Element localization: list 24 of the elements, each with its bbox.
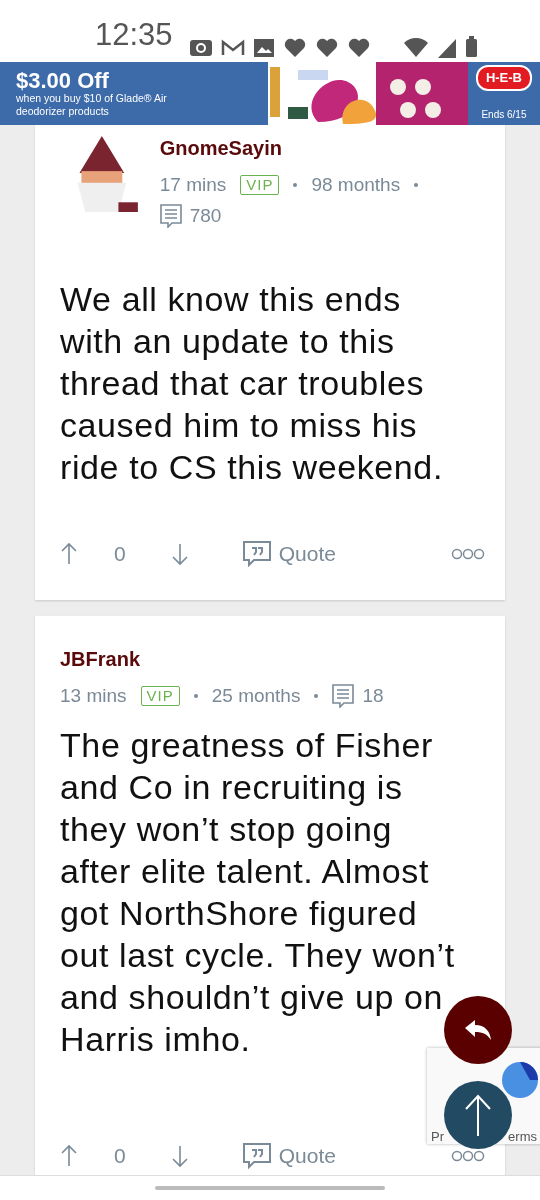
post-time: 13 mins [60, 683, 127, 708]
quote-button[interactable]: Quote [242, 538, 336, 570]
post-count: 780 [189, 203, 222, 228]
vip-tag: VIP [240, 175, 280, 196]
expiry-text: Ends 6/15 [481, 107, 527, 122]
author-name[interactable]: GnomeSayin [159, 133, 485, 163]
post-time: 17 mins [159, 173, 227, 197]
clock: 12:35 [95, 15, 173, 54]
post-text: The greatness of Fisher and Co in recruiting is they won’t stop going after elite talent. Almost got NorthShore figured out last cycle. They won’t and shouldn’t give up on Harris imho. [60, 725, 456, 1060]
member-tenure: 98 months [311, 173, 401, 197]
post-text: We all know this ends with an update to this thread that car troubles caused him to miss his ride to CS this weekend. [60, 279, 444, 488]
member-tenure: 25 months [211, 683, 301, 708]
brand-logo: H-E-B [475, 65, 532, 91]
recaptcha-link[interactable]: erms [508, 1130, 537, 1143]
author-name[interactable]: JBFrank [60, 643, 485, 674]
vote-count: 0 [114, 541, 126, 567]
recaptcha-link[interactable]: Pr [431, 1130, 444, 1143]
quote-button[interactable]: Quote [242, 1140, 336, 1172]
ad-headline: $3.00 Off [16, 68, 110, 92]
vote-count: 0 [114, 1143, 126, 1169]
vip-tag: VIP [140, 685, 180, 706]
ad-text: when you buy $10 of Glade® Air deodorizer products [16, 91, 168, 119]
post-count: 18 [362, 683, 384, 708]
ad-banner[interactable]: $3.00 Off when you buy $10 of Glade® Air deodorizer products H-E-B Ends 6/15 [0, 62, 540, 125]
